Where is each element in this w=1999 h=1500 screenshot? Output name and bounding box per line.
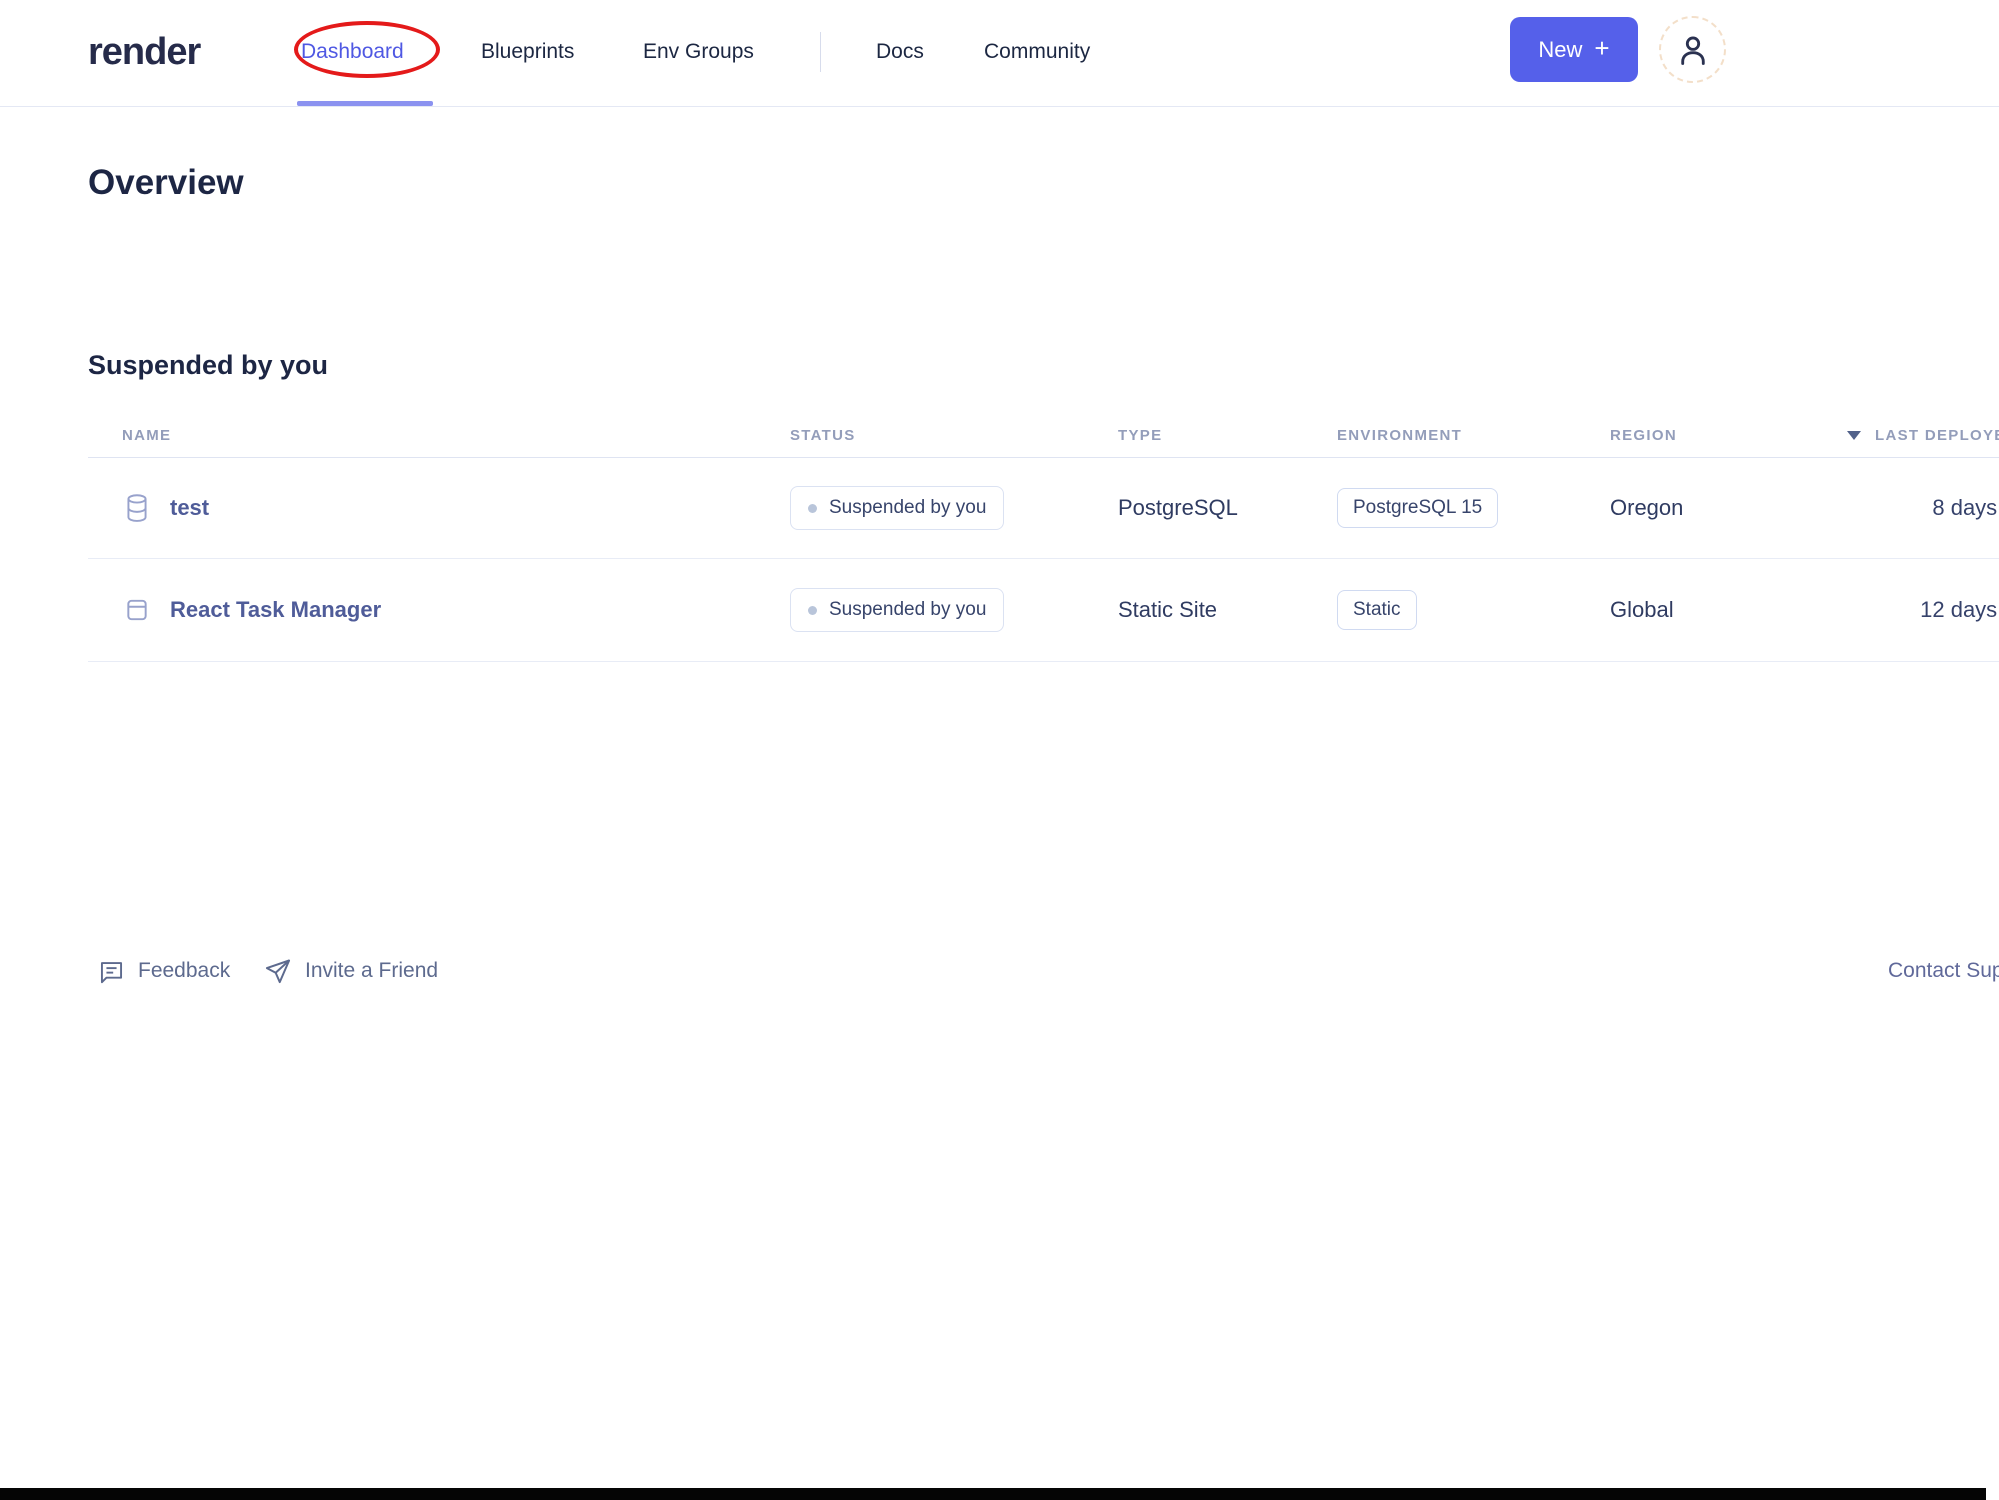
column-header-type[interactable]: TYPE bbox=[1118, 412, 1162, 458]
status-label: Suspended by you bbox=[829, 599, 987, 620]
person-icon bbox=[1674, 31, 1712, 69]
status-label: Suspended by you bbox=[829, 497, 987, 518]
header-divider bbox=[0, 106, 1999, 107]
top-nav-bar: render Dashboard Blueprints Env Groups D… bbox=[0, 0, 1999, 107]
sort-descending-icon[interactable] bbox=[1847, 431, 1861, 440]
table-row-test[interactable]: test Suspended by you PostgreSQL Postgre… bbox=[88, 458, 1999, 559]
status-badge: Suspended by you bbox=[790, 486, 1005, 530]
bottom-black-bar bbox=[0, 1488, 1986, 1500]
environment-badge: PostgreSQL 15 bbox=[1337, 488, 1499, 528]
paper-plane-icon bbox=[264, 957, 292, 985]
static-site-icon bbox=[124, 559, 150, 661]
app-window: render Dashboard Blueprints Env Groups D… bbox=[0, 0, 1999, 1500]
type-cell: PostgreSQL bbox=[1118, 495, 1238, 520]
page-footer: Feedback Invite a Friend Contact Support bbox=[0, 940, 1999, 1002]
service-name-link[interactable]: React Task Manager bbox=[170, 559, 381, 661]
environment-cell: Static bbox=[1337, 559, 1417, 661]
plus-icon: + bbox=[1594, 33, 1610, 63]
column-header-environment[interactable]: ENVIRONMENT bbox=[1337, 412, 1462, 458]
service-name-link[interactable]: test bbox=[170, 458, 209, 558]
status-cell: Suspended by you bbox=[790, 458, 1005, 558]
region-cell: Global bbox=[1610, 597, 1674, 622]
services-table: NAME STATUS TYPE ENVIRONMENT REGION LAST… bbox=[88, 412, 1999, 662]
status-dot-icon bbox=[808, 503, 817, 513]
table-header-row: NAME STATUS TYPE ENVIRONMENT REGION LAST… bbox=[88, 412, 1999, 458]
contact-support-link[interactable]: Contact Support bbox=[1888, 940, 1999, 1002]
nav-link-community[interactable]: Community bbox=[984, 0, 1090, 104]
nav-tab-dashboard[interactable]: Dashboard bbox=[301, 0, 404, 104]
environment-badge: Static bbox=[1337, 590, 1417, 630]
nav-tab-env-groups[interactable]: Env Groups bbox=[643, 0, 754, 104]
feedback-label: Feedback bbox=[138, 959, 231, 982]
status-cell: Suspended by you bbox=[790, 559, 1005, 661]
region-cell: Oregon bbox=[1610, 495, 1684, 520]
type-cell: Static Site bbox=[1118, 597, 1218, 622]
invite-friend-link[interactable]: Invite a Friend bbox=[264, 940, 438, 1002]
column-header-name[interactable]: NAME bbox=[122, 412, 171, 458]
section-title: Suspended by you bbox=[88, 350, 329, 380]
new-button[interactable]: New + bbox=[1510, 17, 1638, 82]
column-header-region[interactable]: REGION bbox=[1610, 412, 1677, 458]
status-badge: Suspended by you bbox=[790, 588, 1005, 632]
status-dot-icon bbox=[808, 605, 817, 615]
render-logo[interactable]: render bbox=[88, 0, 201, 104]
feedback-bubble-icon bbox=[98, 958, 125, 985]
table-row-react-task-manager[interactable]: React Task Manager Suspended by you Stat… bbox=[88, 559, 1999, 662]
new-button-label: New bbox=[1538, 36, 1583, 62]
page-title: Overview bbox=[88, 163, 244, 202]
database-icon bbox=[124, 458, 150, 558]
feedback-link[interactable]: Feedback bbox=[98, 940, 230, 1002]
environment-cell: PostgreSQL 15 bbox=[1337, 458, 1499, 558]
last-deploy-cell: 12 days ago bbox=[1920, 597, 1999, 622]
nav-divider bbox=[820, 32, 821, 72]
column-header-status[interactable]: STATUS bbox=[790, 412, 856, 458]
nav-tab-blueprints[interactable]: Blueprints bbox=[481, 0, 574, 104]
invite-label: Invite a Friend bbox=[305, 959, 439, 982]
last-deploy-cell: 8 days ago bbox=[1932, 495, 1999, 520]
nav-link-docs[interactable]: Docs bbox=[876, 0, 924, 104]
account-avatar-button[interactable] bbox=[1659, 16, 1726, 83]
column-header-last-deploy[interactable]: LAST DEPLOYED bbox=[1875, 412, 1999, 458]
